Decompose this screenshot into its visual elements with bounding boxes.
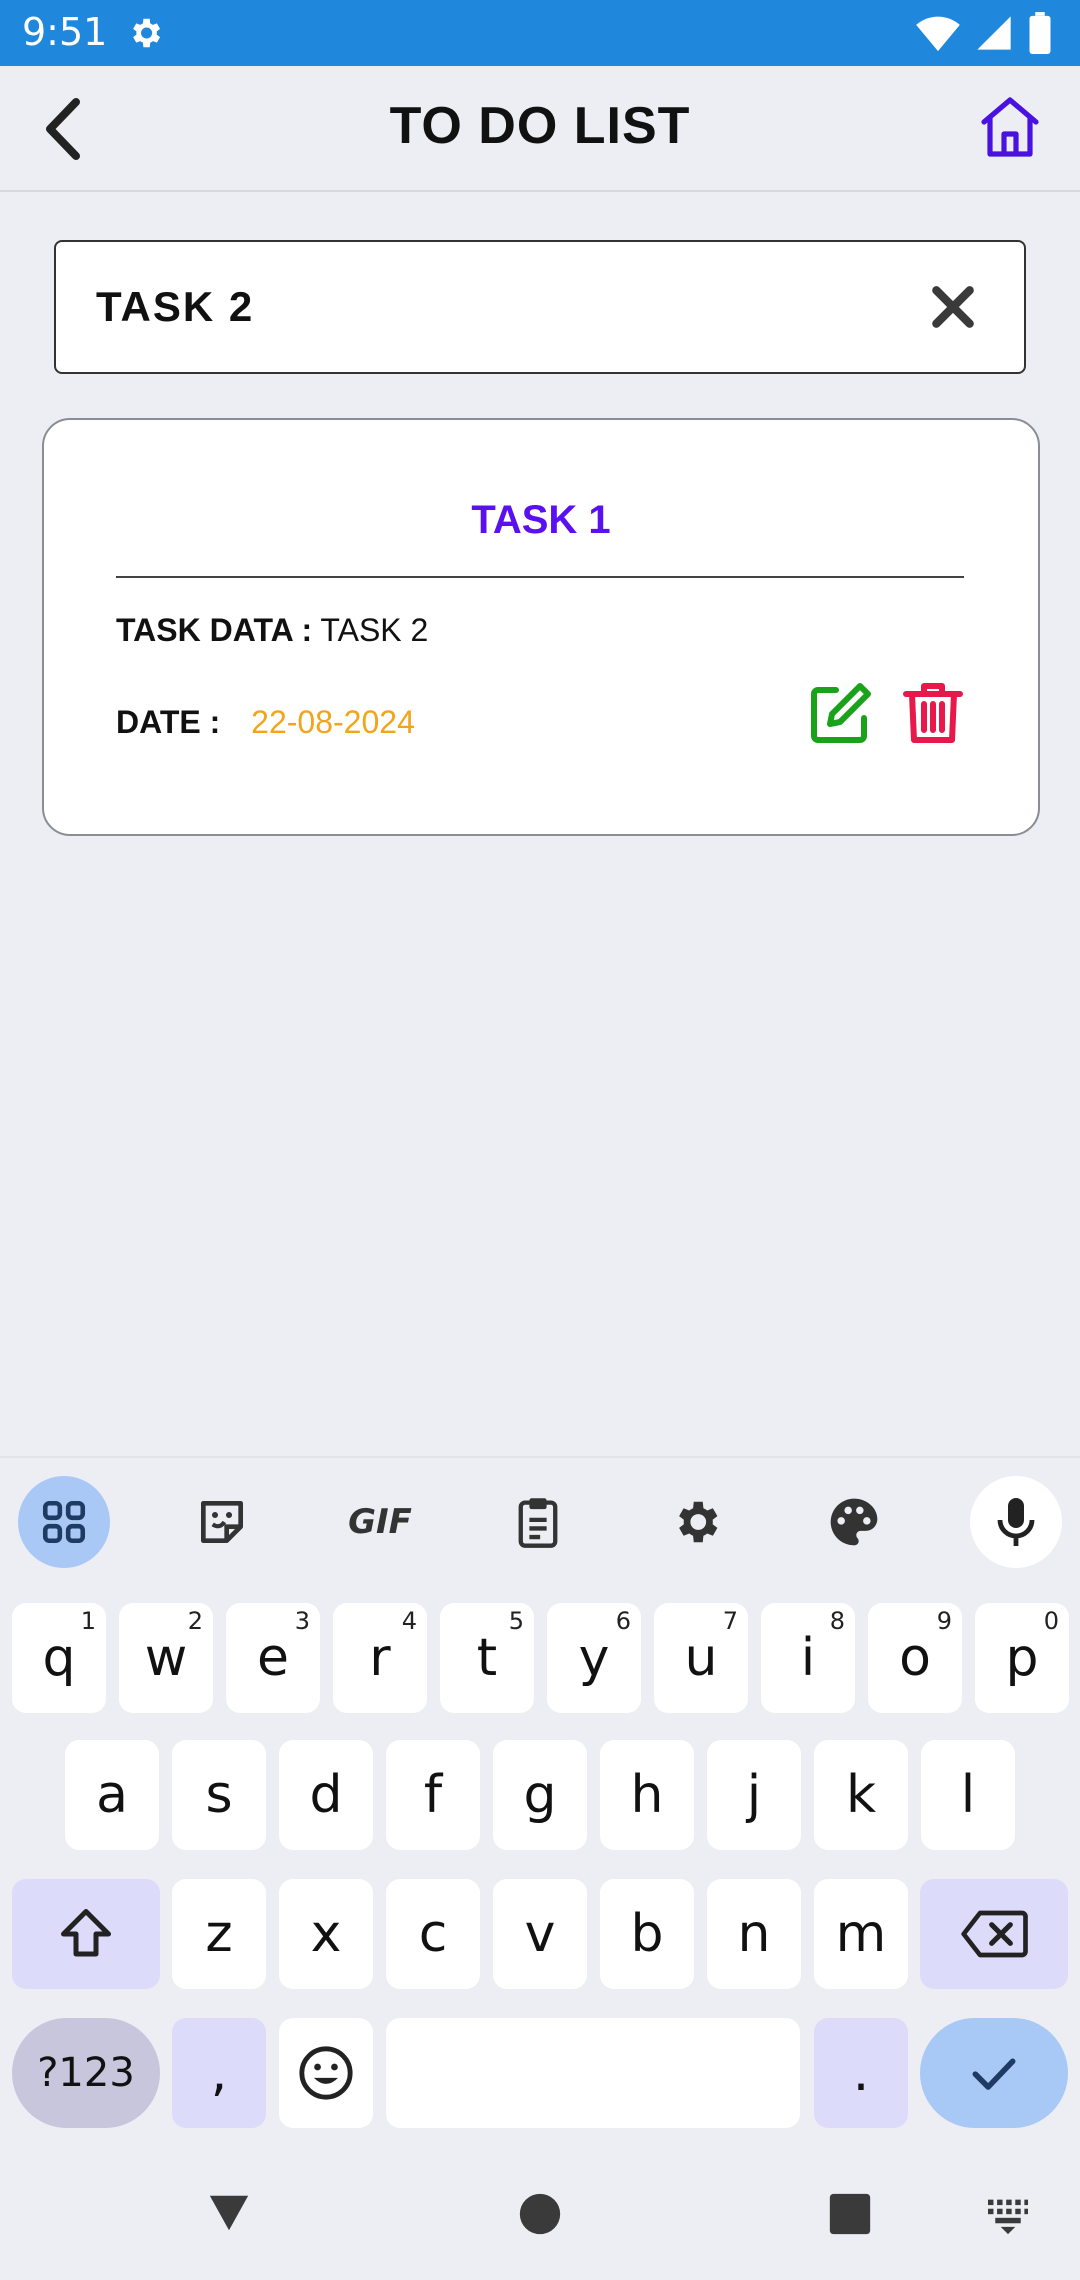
search-input[interactable] — [96, 242, 916, 372]
task-data-value: TASK 2 — [320, 612, 429, 648]
key-hint: 4 — [401, 1607, 417, 1635]
key-hint: 7 — [722, 1607, 738, 1635]
key-b[interactable]: b — [600, 1879, 694, 1989]
app-bar: TO DO LIST — [0, 66, 1080, 192]
close-icon[interactable] — [928, 282, 978, 332]
comma-key[interactable]: , — [172, 2018, 266, 2128]
system-nav-bar — [0, 2178, 1080, 2280]
settings-icon — [133, 18, 161, 48]
key-hint: 2 — [187, 1607, 203, 1635]
key-c[interactable]: c — [386, 1879, 480, 1989]
key-y[interactable]: y6 — [547, 1603, 641, 1713]
status-bar: 9:51 — [0, 0, 1080, 66]
key-e[interactable]: e3 — [226, 1603, 320, 1713]
sticker-icon[interactable] — [176, 1476, 268, 1568]
enter-key[interactable] — [920, 2018, 1068, 2128]
symbols-key[interactable]: ?123 — [12, 2018, 160, 2128]
shift-icon — [61, 1909, 111, 1957]
trash-icon[interactable] — [902, 680, 964, 746]
key-x[interactable]: x — [279, 1879, 373, 1989]
key-label: e — [257, 1628, 289, 1688]
status-time: 9:51 — [22, 10, 108, 54]
key-o[interactable]: o9 — [868, 1603, 962, 1713]
clipboard-icon[interactable] — [492, 1476, 584, 1568]
nav-home-icon[interactable] — [518, 2192, 562, 2236]
key-d[interactable]: d — [279, 1740, 373, 1850]
key-hint: 5 — [508, 1607, 524, 1635]
wifi-icon — [916, 16, 960, 52]
mic-icon[interactable] — [970, 1476, 1062, 1568]
key-w[interactable]: w2 — [119, 1603, 213, 1713]
battery-icon — [1029, 12, 1051, 54]
key-hint: 6 — [615, 1607, 631, 1635]
task-data-row: TASK DATA : TASK 2 — [116, 612, 428, 649]
key-t[interactable]: t5 — [440, 1603, 534, 1713]
period-key[interactable]: . — [814, 2018, 908, 2128]
palette-icon[interactable] — [808, 1476, 900, 1568]
key-label: y — [578, 1628, 610, 1688]
gif-button[interactable]: GIF — [334, 1476, 426, 1568]
space-key[interactable] — [386, 2018, 800, 2128]
key-label: r — [369, 1628, 391, 1688]
keyboard-settings-icon[interactable] — [650, 1476, 742, 1568]
task-date-row: DATE : 22-08-2024 — [116, 704, 415, 741]
gif-label: GIF — [348, 1502, 412, 1542]
signal-icon — [977, 16, 1011, 50]
key-hint: 1 — [80, 1607, 96, 1635]
key-label: u — [684, 1628, 718, 1688]
task-date-value: 22-08-2024 — [251, 704, 415, 740]
key-u[interactable]: u7 — [654, 1603, 748, 1713]
emoji-icon — [299, 2046, 353, 2100]
home-icon[interactable] — [978, 94, 1042, 160]
check-icon — [972, 2058, 1016, 2090]
key-i[interactable]: i8 — [761, 1603, 855, 1713]
key-s[interactable]: s — [172, 1740, 266, 1850]
divider — [116, 576, 964, 578]
backspace-icon — [961, 1910, 1028, 1958]
key-z[interactable]: z — [172, 1879, 266, 1989]
key-hint: 9 — [936, 1607, 952, 1635]
task-card: TASK 1 TASK DATA : TASK 2 DATE : 22-08-2… — [42, 418, 1040, 836]
key-label: t — [476, 1628, 498, 1688]
task-data-label: TASK DATA : — [116, 612, 313, 648]
key-label: q — [42, 1628, 76, 1688]
on-screen-keyboard: GIF q 1 w 2 e 3 r 4 t 5 y 6 u 7 i 8 o 9 … — [0, 1456, 1080, 2178]
search-box — [54, 240, 1026, 374]
key-k[interactable]: k — [814, 1740, 908, 1850]
key-v[interactable]: v — [493, 1879, 587, 1989]
shift-key[interactable] — [12, 1879, 160, 1989]
nav-back-icon[interactable] — [206, 2190, 252, 2236]
keyboard-toolbar: GIF — [0, 1458, 1080, 1578]
key-l[interactable]: l — [921, 1740, 1015, 1850]
key-label: p — [1005, 1628, 1039, 1688]
key-label: w — [144, 1628, 188, 1688]
key-hint: 8 — [829, 1607, 845, 1635]
edit-icon[interactable] — [808, 680, 874, 746]
keyboard-switch-icon[interactable] — [986, 2196, 1030, 2236]
key-p[interactable]: p0 — [975, 1603, 1069, 1713]
key-n[interactable]: n — [707, 1879, 801, 1989]
apps-grid-icon[interactable] — [18, 1476, 110, 1568]
key-m[interactable]: m — [814, 1879, 908, 1989]
key-f[interactable]: f — [386, 1740, 480, 1850]
page-title: TO DO LIST — [389, 97, 691, 155]
key-hint: 3 — [294, 1607, 310, 1635]
key-a[interactable]: a — [65, 1740, 159, 1850]
key-j[interactable]: j — [707, 1740, 801, 1850]
key-q[interactable]: q1 — [12, 1603, 106, 1713]
nav-recents-icon[interactable] — [828, 2192, 872, 2236]
key-hint: 0 — [1043, 1607, 1059, 1635]
task-date-label: DATE : — [116, 704, 221, 740]
key-label: o — [899, 1628, 931, 1688]
emoji-key[interactable] — [279, 2018, 373, 2128]
backspace-key[interactable] — [920, 1879, 1068, 1989]
key-label: i — [800, 1628, 816, 1688]
status-icons — [916, 12, 1052, 54]
key-g[interactable]: g — [493, 1740, 587, 1850]
key-r[interactable]: r4 — [333, 1603, 427, 1713]
task-title: TASK 1 — [471, 498, 611, 542]
key-h[interactable]: h — [600, 1740, 694, 1850]
